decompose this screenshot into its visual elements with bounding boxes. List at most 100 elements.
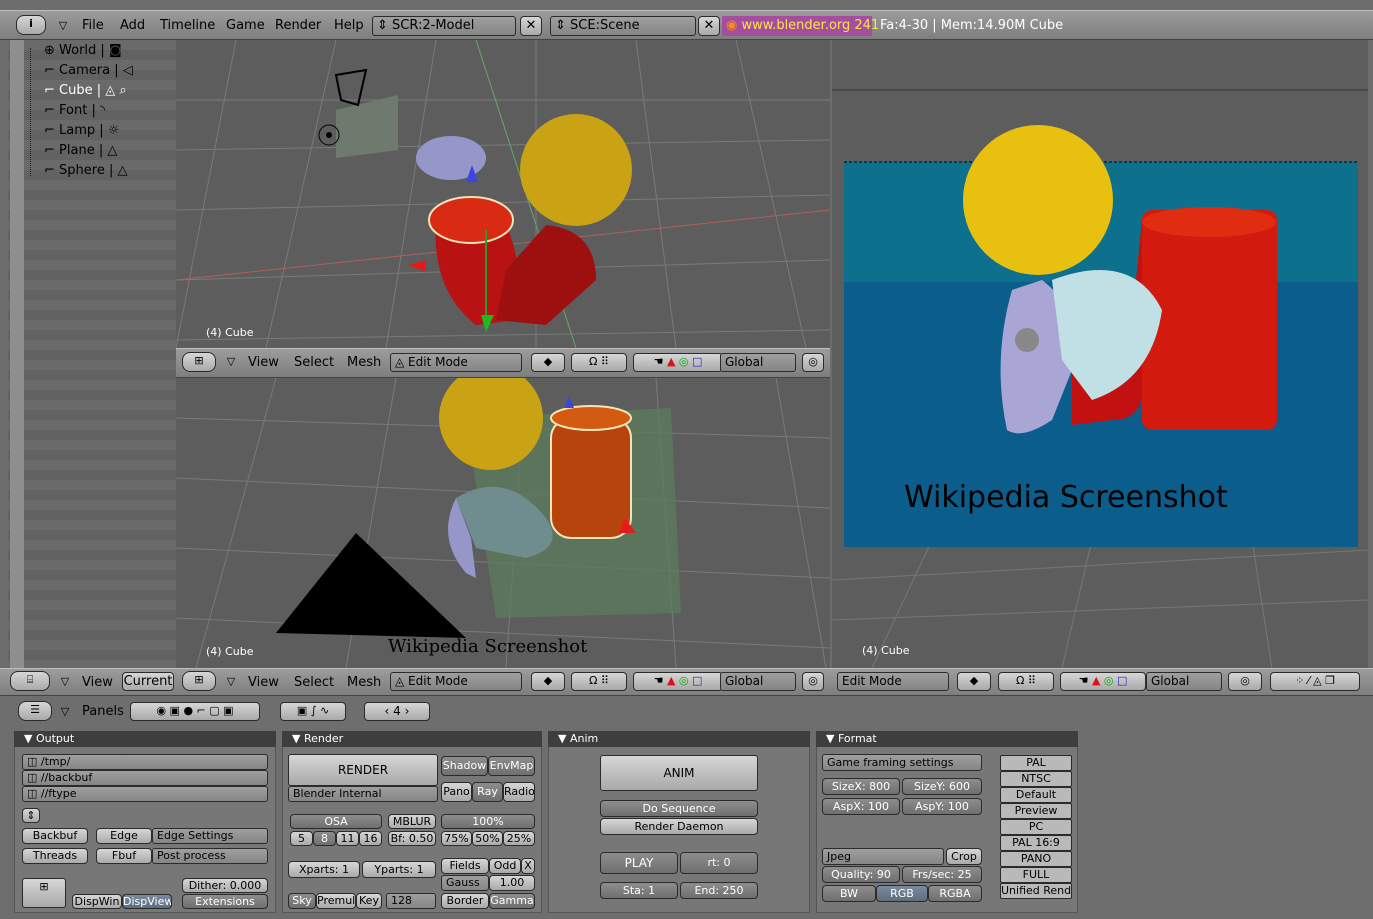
draw-type-button-right[interactable]: ◆ — [957, 672, 991, 691]
filter-menu[interactable]: Gauss — [441, 875, 489, 891]
chevron-down-icon[interactable]: ▽ — [58, 704, 72, 720]
delete-scene-button[interactable]: ✕ — [698, 16, 720, 36]
render-button[interactable]: RENDER — [288, 754, 438, 786]
preset-default[interactable]: Default — [1000, 787, 1072, 803]
mode-selector-right[interactable]: Edit Mode — [837, 672, 949, 691]
screen-selector[interactable]: ⇕ SCR:2-Model — [372, 16, 516, 36]
view-menu[interactable]: View — [248, 355, 279, 370]
menu-help[interactable]: Help — [334, 18, 364, 33]
ray-toggle[interactable]: Ray — [472, 782, 503, 802]
bw-toggle[interactable]: BW — [822, 885, 876, 902]
mesh-menu[interactable]: Mesh — [347, 675, 381, 690]
render-subcontext-buttons[interactable]: ▣ ∫ ∿ — [280, 702, 346, 721]
outliner-current-selector[interactable]: Current — [122, 672, 174, 691]
quality-field[interactable]: Quality: 90 — [822, 866, 900, 883]
play-button[interactable]: PLAY — [600, 852, 678, 874]
outliner-item-cube[interactable]: ⌐ Cube | ◬ ⌕ — [44, 83, 127, 98]
view3d-type-button[interactable]: ⊞ — [182, 352, 216, 372]
extensions-toggle[interactable]: Extensions — [182, 894, 268, 909]
percent-25-button[interactable]: 25% — [503, 831, 535, 846]
percent-75-button[interactable]: 75% — [441, 831, 472, 846]
chevron-down-icon[interactable]: ▽ — [224, 354, 238, 370]
pivot-button[interactable]: Ω ⠿ — [571, 353, 627, 372]
menu-timeline[interactable]: Timeline — [160, 18, 215, 33]
preset-pal-169[interactable]: PAL 16:9 — [1000, 835, 1072, 851]
rt-field[interactable]: rt: 0 — [680, 852, 758, 874]
end-frame-field[interactable]: End: 250 — [680, 882, 758, 899]
edge-toggle[interactable]: Edge — [96, 828, 152, 844]
percent-100-toggle[interactable]: 100% — [441, 814, 535, 829]
viewport-bottom[interactable]: Wikipedia Screenshot (4) Cube — [176, 378, 830, 668]
x-toggle[interactable]: X — [521, 858, 535, 874]
do-sequence-toggle[interactable]: Do Sequence — [600, 800, 758, 817]
threads-toggle[interactable]: Threads — [22, 848, 88, 864]
delete-screen-button[interactable]: ✕ — [520, 16, 542, 36]
website-link[interactable]: ◉ www.blender.org 241 — [722, 16, 879, 36]
view-menu[interactable]: View — [248, 675, 279, 690]
render-window-location-grid[interactable]: ⊞ — [22, 878, 66, 908]
chevron-down-icon[interactable]: ▽ — [58, 674, 72, 690]
key-toggle[interactable]: Key — [356, 893, 382, 909]
mode-selector[interactable]: ◬ Edit Mode — [390, 353, 522, 372]
premul-toggle[interactable]: Premul — [316, 893, 356, 909]
menu-add[interactable]: Add — [120, 18, 145, 33]
edge-settings-menu[interactable]: Edge Settings — [152, 828, 268, 844]
border-toggle[interactable]: Border — [441, 893, 489, 909]
osa-8-button[interactable]: 8 — [313, 831, 336, 846]
sizey-field[interactable]: SizeY: 600 — [902, 778, 982, 795]
shadow-toggle[interactable]: Shadow — [441, 756, 488, 776]
preset-pano[interactable]: PANO — [1000, 851, 1072, 867]
osa-16-button[interactable]: 16 — [359, 831, 382, 846]
outliner-item-plane[interactable]: ⌐ Plane | △ — [44, 143, 117, 158]
xparts-field[interactable]: Xparts: 1 — [288, 861, 360, 878]
preset-ntsc[interactable]: NTSC — [1000, 771, 1072, 787]
chevron-down-icon[interactable]: ▽ — [224, 674, 238, 690]
format-panel-title[interactable]: ▼ Format — [816, 731, 1078, 747]
backbuf-toggle[interactable]: Backbuf — [22, 828, 88, 844]
fbuf-toggle[interactable]: Fbuf — [96, 848, 152, 864]
filter-size-field[interactable]: 1.00 — [489, 875, 535, 891]
render-engine-menu[interactable]: Blender Internal — [288, 786, 438, 802]
view3d-type-button[interactable]: ⊞ — [182, 671, 216, 691]
select-menu[interactable]: Select — [294, 355, 334, 370]
snap-button[interactable]: ◎ — [802, 672, 824, 691]
frame-number-field[interactable]: ‹ 4 › — [364, 702, 430, 721]
viewport-top[interactable]: (4) Cube — [176, 40, 830, 348]
draw-type-button[interactable]: ◆ — [531, 672, 565, 691]
outliner-item-sphere[interactable]: ⌐ Sphere | △ — [44, 163, 128, 178]
aspx-field[interactable]: AspX: 100 — [822, 798, 900, 815]
radio-toggle[interactable]: Radio — [503, 782, 535, 802]
menu-file[interactable]: File — [82, 18, 104, 33]
manipulator-toggle-right[interactable]: ☚ ▲ ◎ □ — [1060, 672, 1146, 691]
outliner-view-menu[interactable]: View — [82, 675, 113, 690]
rgba-toggle[interactable]: RGBA — [928, 885, 982, 902]
mesh-menu[interactable]: Mesh — [347, 355, 381, 370]
percent-50-button[interactable]: 50% — [472, 831, 503, 846]
vertex-select-mode-button[interactable]: ⁘ ⁄ ◬ ❒ — [1270, 672, 1360, 691]
osa-5-button[interactable]: 5 — [290, 831, 313, 846]
preset-full[interactable]: FULL — [1000, 867, 1072, 883]
draw-type-button[interactable]: ◆ — [531, 353, 565, 372]
outliner-item-lamp[interactable]: ⌐ Lamp | ☼ — [44, 123, 119, 138]
bits-menu[interactable]: 128 — [386, 893, 436, 909]
scene-selector[interactable]: ⇕ SCE:Scene — [550, 16, 696, 36]
preset-pc[interactable]: PC — [1000, 819, 1072, 835]
osa-11-button[interactable]: 11 — [336, 831, 359, 846]
manipulator-toggle[interactable]: ☚ ▲ ◎ □ — [633, 353, 723, 372]
orientation-selector[interactable]: Global — [720, 672, 796, 691]
mblur-toggle[interactable]: MBLUR — [388, 814, 436, 829]
anim-button[interactable]: ANIM — [600, 755, 758, 791]
odd-toggle[interactable]: Odd — [489, 858, 521, 874]
orientation-selector-right[interactable]: Global — [1146, 672, 1222, 691]
anim-panel-title[interactable]: ▼ Anim — [548, 731, 810, 747]
pano-toggle[interactable]: Pano — [441, 782, 472, 802]
sizex-field[interactable]: SizeX: 800 — [822, 778, 900, 795]
rgb-toggle[interactable]: RGB — [876, 885, 928, 902]
select-menu[interactable]: Select — [294, 675, 334, 690]
envmap-toggle[interactable]: EnvMap — [488, 756, 535, 776]
fields-toggle[interactable]: Fields — [441, 858, 489, 874]
osa-toggle[interactable]: OSA — [290, 814, 382, 829]
pivot-button[interactable]: Ω ⠿ — [571, 672, 627, 691]
context-buttons[interactable]: ◉ ▣ ● ⌐ ▢ ▣ — [130, 702, 260, 721]
dispwin-toggle[interactable]: DispWin — [72, 894, 122, 909]
